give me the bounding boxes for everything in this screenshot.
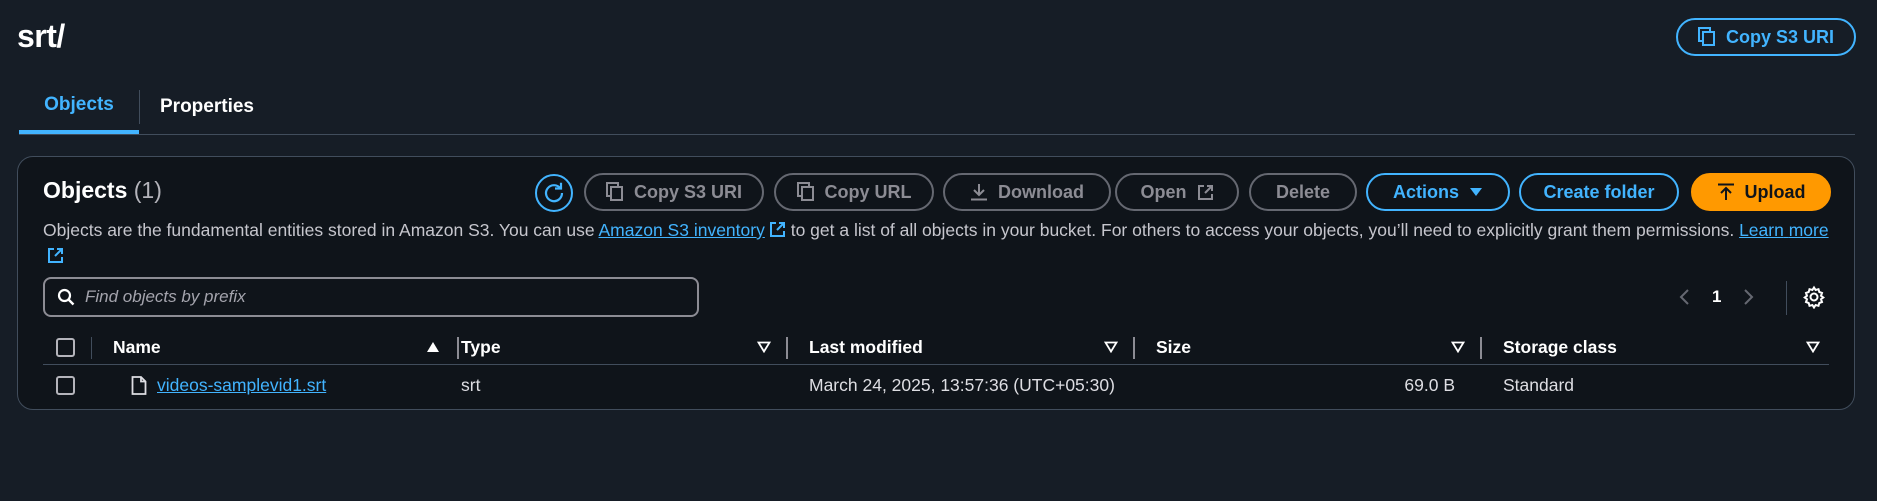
objects-table: Name Type Last modified Size Storage cla… bbox=[43, 329, 1829, 405]
tab-bar: Objects Properties bbox=[19, 80, 1855, 135]
refresh-icon bbox=[544, 182, 564, 203]
sort-descending-icon[interactable] bbox=[1806, 341, 1820, 353]
column-header-storage-class[interactable]: Storage class bbox=[1503, 329, 1617, 365]
pagination: 1 bbox=[1678, 279, 1755, 315]
open-label: Open bbox=[1140, 181, 1187, 202]
copy-icon bbox=[605, 182, 623, 201]
external-link-icon bbox=[1197, 184, 1213, 200]
header-copy-s3-uri-button[interactable]: Copy S3 URI bbox=[1676, 18, 1856, 56]
create-folder-label: Create folder bbox=[1543, 181, 1655, 202]
column-resizer[interactable] bbox=[1133, 337, 1135, 359]
current-page-number[interactable]: 1 bbox=[1712, 287, 1721, 307]
learn-more-text-2: more bbox=[1788, 220, 1829, 240]
delete-button[interactable]: Delete bbox=[1249, 173, 1357, 211]
sort-ascending-icon[interactable] bbox=[426, 341, 440, 353]
objects-panel: Objects (1) Copy S3 URI Copy URL Downloa… bbox=[17, 156, 1855, 410]
header-copy-s3-uri-label: Copy S3 URI bbox=[1725, 26, 1835, 47]
row-select-cell bbox=[56, 365, 75, 405]
learn-more-text-1: Learn bbox=[1739, 220, 1784, 240]
download-button[interactable]: Download bbox=[943, 173, 1111, 211]
create-folder-button[interactable]: Create folder bbox=[1519, 173, 1679, 211]
objects-count: (1) bbox=[133, 177, 162, 203]
upload-icon bbox=[1717, 183, 1734, 200]
select-all-cell bbox=[56, 329, 75, 365]
column-separator bbox=[91, 337, 92, 359]
sort-descending-icon[interactable] bbox=[757, 341, 771, 353]
objects-panel-title: Objects (1) bbox=[43, 177, 162, 204]
objects-description: Objects are the fundamental entities sto… bbox=[43, 217, 1833, 269]
actions-label: Actions bbox=[1392, 181, 1459, 202]
copy-url-label: Copy URL bbox=[824, 181, 912, 202]
description-text-1: Objects are the fundamental entities sto… bbox=[43, 220, 599, 240]
chevron-left-icon[interactable] bbox=[1678, 288, 1690, 306]
external-link-icon bbox=[48, 248, 63, 263]
column-resizer[interactable] bbox=[1480, 337, 1482, 359]
object-name-link[interactable]: videos-samplevid1.srt bbox=[157, 375, 326, 396]
size-cell: 69.0 B bbox=[1404, 374, 1455, 395]
search-box bbox=[43, 277, 699, 317]
search-icon bbox=[57, 288, 75, 306]
type-cell: srt bbox=[461, 374, 481, 395]
name-cell: videos-samplevid1.srt bbox=[131, 365, 326, 405]
copy-url-button[interactable]: Copy URL bbox=[774, 173, 934, 211]
page-title: srt/ bbox=[17, 18, 65, 54]
column-header-last-modified[interactable]: Last modified bbox=[809, 329, 923, 365]
column-resizer[interactable] bbox=[786, 337, 788, 359]
search-input[interactable] bbox=[85, 287, 685, 307]
column-header-type[interactable]: Type bbox=[461, 329, 501, 365]
column-resizer[interactable] bbox=[457, 337, 459, 359]
sort-descending-icon[interactable] bbox=[1104, 341, 1118, 353]
actions-button[interactable]: Actions bbox=[1366, 173, 1510, 211]
column-header-name[interactable]: Name bbox=[113, 329, 161, 365]
select-all-checkbox[interactable] bbox=[56, 337, 75, 357]
caret-down-icon bbox=[1470, 188, 1482, 196]
row-checkbox[interactable] bbox=[56, 375, 75, 395]
open-button[interactable]: Open bbox=[1115, 173, 1239, 211]
external-link-icon bbox=[769, 222, 785, 237]
tab-properties[interactable]: Properties bbox=[160, 80, 254, 134]
tab-objects[interactable]: Objects bbox=[19, 80, 139, 134]
copy-icon bbox=[796, 182, 814, 201]
chevron-right-icon[interactable] bbox=[1743, 288, 1755, 306]
upload-label: Upload bbox=[1744, 181, 1806, 202]
last-modified-cell: March 24, 2025, 13:57:36 (UTC+05:30) bbox=[809, 374, 1115, 395]
sort-descending-icon[interactable] bbox=[1451, 341, 1465, 353]
learn-more-link[interactable]: Learn more bbox=[1739, 220, 1829, 240]
upload-button[interactable]: Upload bbox=[1691, 173, 1831, 211]
gear-icon[interactable] bbox=[1802, 285, 1826, 309]
delete-label: Delete bbox=[1275, 181, 1331, 202]
tab-divider bbox=[139, 90, 140, 124]
storage-class-cell: Standard bbox=[1503, 374, 1575, 395]
copy-s3-uri-button[interactable]: Copy S3 URI bbox=[584, 173, 764, 211]
pagination-divider bbox=[1786, 281, 1787, 315]
column-header-size[interactable]: Size bbox=[1156, 329, 1191, 365]
table-header: Name Type Last modified Size Storage cla… bbox=[43, 329, 1829, 365]
file-icon bbox=[131, 375, 147, 395]
table-row[interactable]: videos-samplevid1.srt srt March 24, 2025… bbox=[43, 365, 1829, 405]
description-text-2: to get a list of all objects in your buc… bbox=[785, 220, 1740, 240]
download-label: Download bbox=[998, 181, 1084, 202]
copy-s3-uri-label: Copy S3 URI bbox=[633, 181, 743, 202]
s3-inventory-link[interactable]: Amazon S3 inventory bbox=[599, 220, 765, 240]
copy-icon bbox=[1697, 27, 1715, 46]
refresh-button[interactable] bbox=[535, 174, 573, 212]
objects-heading: Objects bbox=[43, 177, 128, 203]
download-icon bbox=[971, 184, 987, 201]
